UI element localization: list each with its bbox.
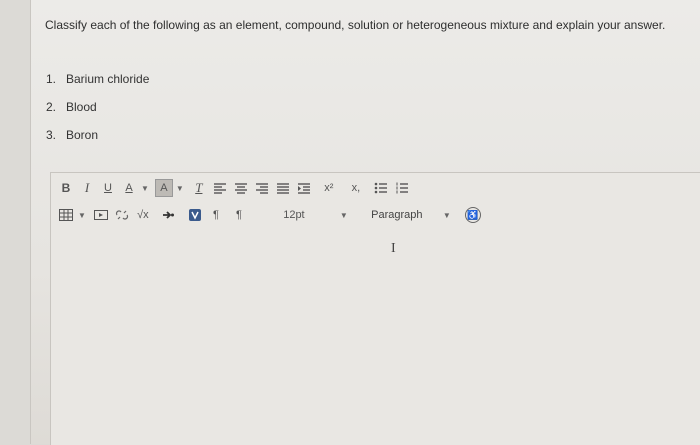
- bold-button[interactable]: B: [57, 179, 75, 197]
- list-item: 2. Blood: [46, 100, 149, 128]
- video-icon[interactable]: [186, 206, 204, 224]
- list-item: 3. Boron: [46, 128, 149, 156]
- paragraph-format-select[interactable]: Paragraph: [362, 206, 432, 224]
- highlight-color-button[interactable]: A: [154, 179, 173, 197]
- chevron-down-icon[interactable]: ▼: [340, 211, 348, 220]
- math-icon[interactable]: √x: [134, 206, 152, 224]
- numbered-list-icon[interactable]: [393, 179, 411, 197]
- italic-button[interactable]: I: [78, 179, 96, 197]
- align-center-icon[interactable]: [232, 179, 250, 197]
- media-icon[interactable]: [92, 206, 110, 224]
- item-number: 2.: [46, 100, 57, 114]
- superscript-button[interactable]: x²: [320, 179, 338, 197]
- item-label: Blood: [66, 100, 97, 114]
- chevron-down-icon[interactable]: ▼: [78, 211, 86, 220]
- subscript-button[interactable]: x,: [347, 179, 365, 197]
- editor-content-area[interactable]: I: [51, 231, 700, 445]
- item-label: Barium chloride: [66, 72, 150, 86]
- align-right-icon[interactable]: [253, 179, 271, 197]
- item-number: 3.: [46, 128, 57, 142]
- list-item: 1. Barium chloride: [46, 72, 149, 100]
- accessibility-icon[interactable]: ♿: [464, 207, 481, 223]
- align-left-icon[interactable]: [211, 179, 229, 197]
- underline-button[interactable]: U: [99, 179, 117, 197]
- item-label: Boron: [66, 128, 99, 142]
- chevron-down-icon[interactable]: ▼: [443, 211, 451, 220]
- rich-text-editor: B I U A ▼ A ▼ T x² x, ▼ √x ¶ ¶ 12pt ▼ Pa…: [50, 172, 700, 445]
- table-icon[interactable]: [57, 206, 75, 224]
- clear-format-button[interactable]: T: [190, 179, 208, 197]
- ltr-direction-button[interactable]: ¶: [207, 206, 225, 224]
- item-number: 1.: [46, 72, 57, 86]
- chevron-down-icon[interactable]: ▼: [141, 184, 149, 193]
- toolbar-row-1: B I U A ▼ A ▼ T x² x,: [51, 178, 414, 198]
- toolbar-row-2: ▼ √x ¶ ¶ 12pt ▼ Paragraph ▼ ♿: [51, 205, 481, 225]
- item-list: 1. Barium chloride 2. Blood 3. Boron: [46, 72, 149, 156]
- editor-toolbar: B I U A ▼ A ▼ T x² x, ▼ √x ¶ ¶ 12pt ▼ Pa…: [51, 173, 700, 229]
- bullet-list-icon[interactable]: [372, 179, 390, 197]
- font-size-select[interactable]: 12pt: [259, 206, 329, 224]
- font-color-button[interactable]: A: [120, 179, 138, 197]
- chevron-down-icon[interactable]: ▼: [176, 184, 184, 193]
- rtl-direction-button[interactable]: ¶: [230, 206, 248, 224]
- indent-icon[interactable]: [295, 179, 313, 197]
- text-cursor-icon: I: [391, 241, 396, 256]
- question-text: Classify each of the following as an ele…: [45, 18, 666, 32]
- unlink-icon[interactable]: [113, 206, 131, 224]
- align-justify-icon[interactable]: [274, 179, 292, 197]
- link-icon[interactable]: [159, 206, 177, 224]
